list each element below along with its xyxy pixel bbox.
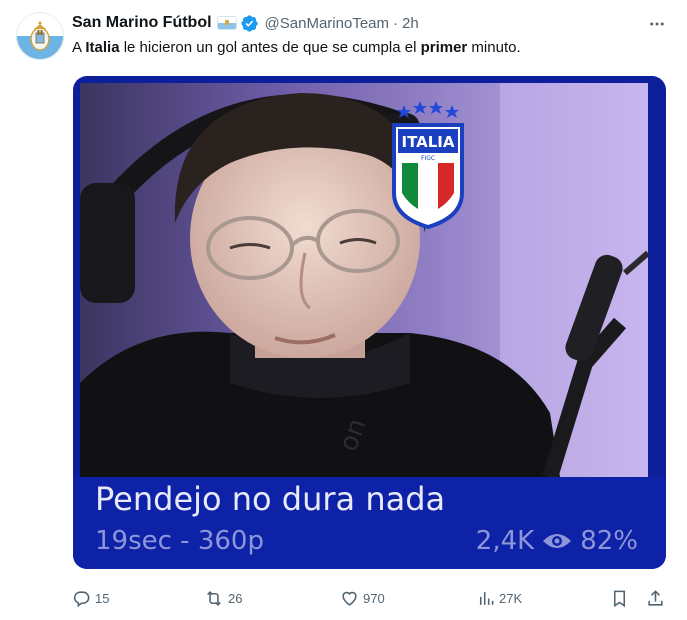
- timestamp[interactable]: 2h: [402, 15, 419, 32]
- avatar[interactable]: [16, 12, 64, 60]
- text-part: minuto.: [467, 39, 521, 56]
- retweet-icon: [207, 590, 221, 606]
- text-part: A: [72, 39, 86, 56]
- bookmark-icon: [613, 590, 626, 607]
- streamer-illustration: on: [80, 83, 648, 477]
- caption-views: 2,4K: [475, 526, 535, 556]
- streamer-photo: on ITALIA FIGC: [80, 83, 648, 477]
- reply-count: 15: [95, 590, 110, 606]
- media-image[interactable]: on ITALIA FIGC Pendejo no dura nada 19se…: [73, 76, 666, 569]
- views-button[interactable]: 27K: [476, 584, 522, 612]
- display-name[interactable]: San Marino Fútbol: [72, 14, 212, 32]
- share-button[interactable]: [646, 584, 669, 612]
- caption-meta: 19sec - 360p: [95, 526, 264, 556]
- caption-percent: 82%: [580, 526, 638, 556]
- more-button[interactable]: [647, 14, 667, 34]
- text-bold-italia: Italia: [85, 39, 120, 56]
- handle[interactable]: @SanMarinoTeam: [265, 15, 389, 32]
- views-icon: [479, 591, 494, 605]
- tweet[interactable]: San Marino Fútbol @SanMarinoTeam · 2h A …: [0, 0, 687, 620]
- tweet-text: A Italia le hicieron un gol antes de que…: [72, 38, 671, 58]
- views-count: 27K: [499, 590, 523, 606]
- reply-icon: [73, 590, 90, 607]
- text-part: le hicieron un gol antes de que se cumpl…: [119, 39, 421, 56]
- caption-stats: 2,4K 82%: [476, 526, 638, 556]
- san-marino-crest-icon: [30, 21, 50, 51]
- like-icon: [342, 591, 357, 606]
- more-icon: [650, 22, 664, 26]
- bookmark-button[interactable]: [610, 584, 633, 612]
- like-count: 970: [363, 590, 385, 606]
- like-button[interactable]: 970: [340, 584, 385, 612]
- tweet-header: San Marino Fútbol @SanMarinoTeam · 2h: [72, 12, 671, 34]
- reply-button[interactable]: 15: [72, 584, 109, 612]
- san-marino-flag-icon: [217, 17, 236, 29]
- text-bold-primer: primer: [420, 39, 468, 56]
- caption-title: Pendejo no dura nada: [95, 480, 446, 518]
- separator-dot: ·: [393, 14, 398, 32]
- italia-badge-icon: ITALIA FIGC: [392, 101, 464, 229]
- badge-text: ITALIA: [401, 133, 454, 151]
- share-icon: [648, 589, 663, 606]
- eye-icon: [543, 534, 572, 548]
- badge-sub: FIGC: [421, 155, 435, 162]
- verified-icon: [240, 14, 258, 32]
- action-bar: 15 26 970 27K: [72, 584, 671, 612]
- retweet-count: 26: [228, 590, 243, 606]
- retweet-button[interactable]: 26: [204, 584, 242, 612]
